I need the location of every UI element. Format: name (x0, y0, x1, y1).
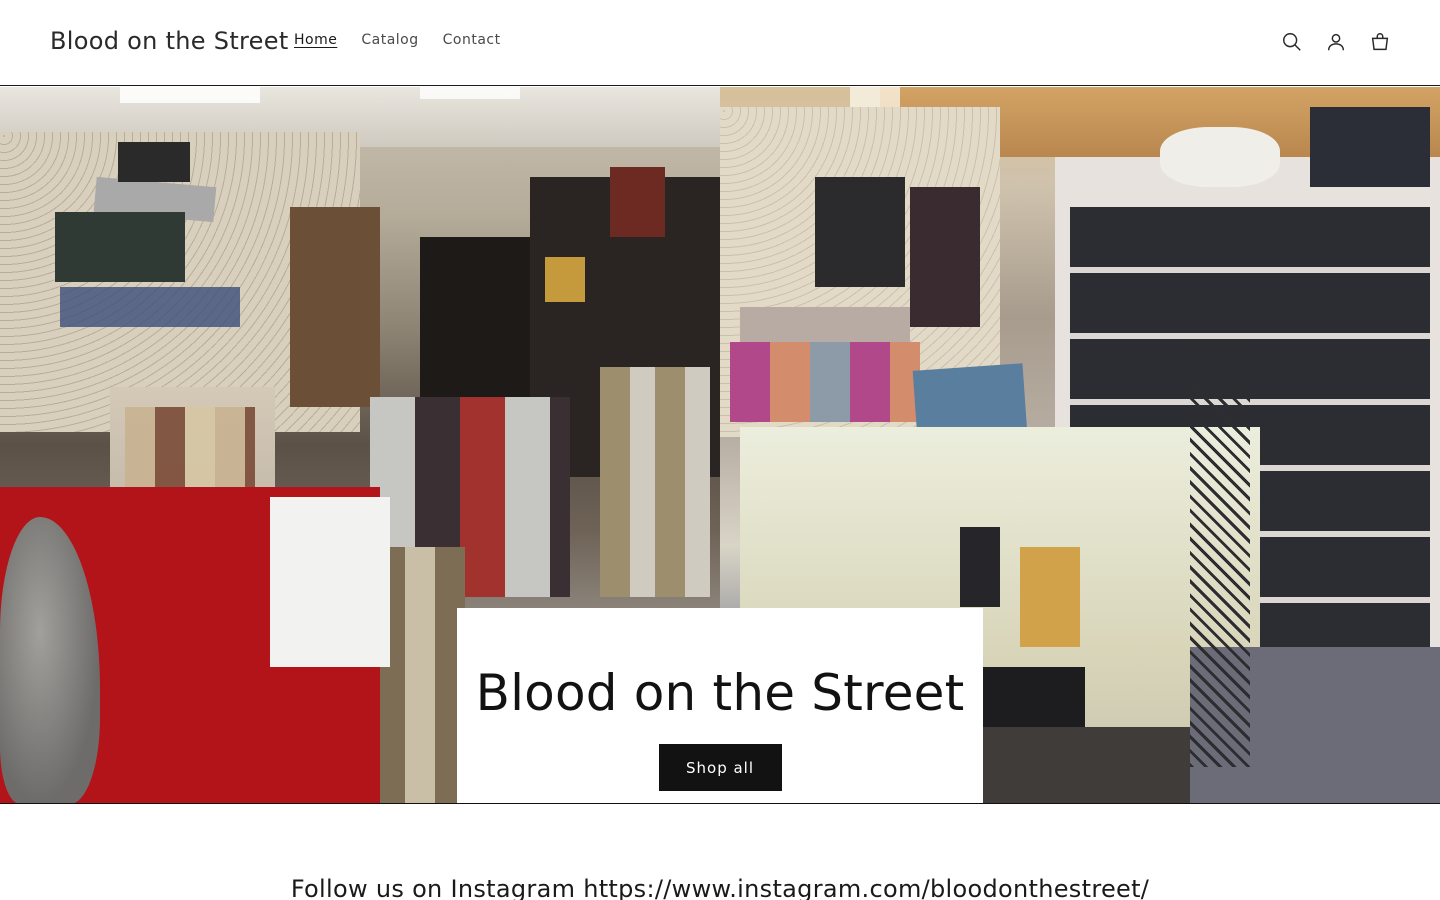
hero-card: Blood on the Street Shop all (457, 608, 983, 803)
shop-all-button[interactable]: Shop all (658, 744, 782, 791)
account-icon[interactable] (1314, 22, 1358, 62)
site-header: Blood on the Street Home Catalog Contact (0, 0, 1440, 86)
header-icons (1270, 22, 1402, 62)
search-icon[interactable] (1270, 22, 1314, 62)
site-logo[interactable]: Blood on the Street (50, 27, 289, 55)
instagram-follow-text: Follow us on Instagram https://www.insta… (290, 875, 1150, 900)
hero-title: Blood on the Street (475, 664, 965, 722)
hero-banner: Blood on the Street Shop all (0, 87, 1440, 804)
main-nav: Home Catalog Contact (282, 30, 513, 50)
cart-icon[interactable] (1358, 22, 1402, 62)
nav-home[interactable]: Home (282, 30, 349, 50)
nav-catalog[interactable]: Catalog (349, 30, 430, 50)
nav-contact[interactable]: Contact (431, 30, 513, 50)
